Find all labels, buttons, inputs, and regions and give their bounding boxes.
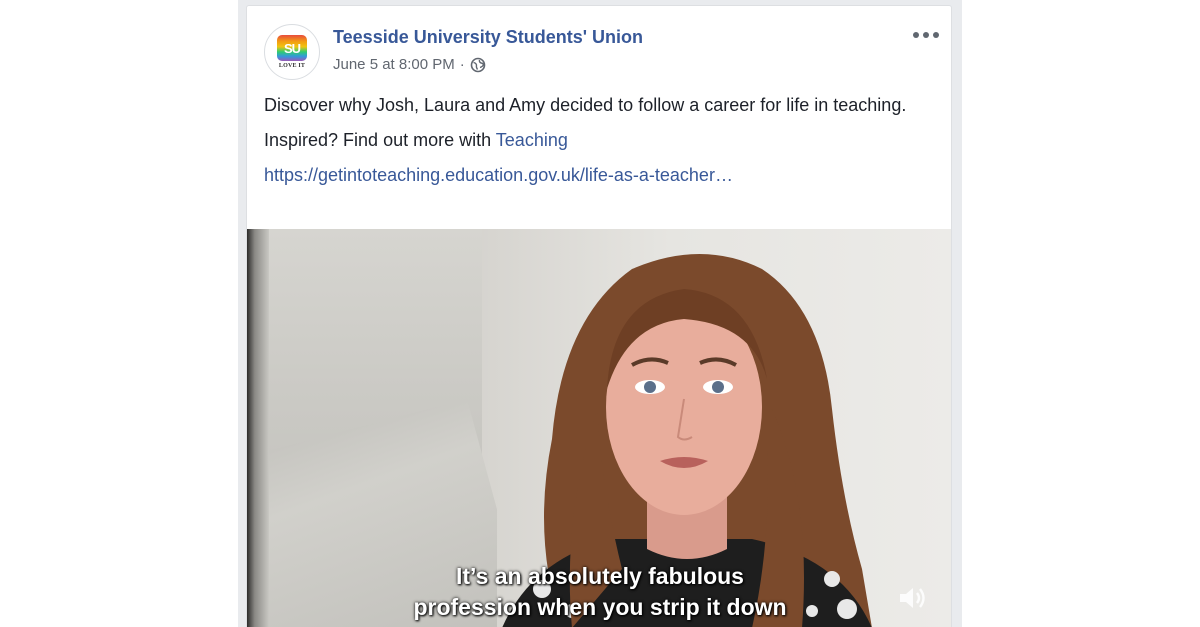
- facebook-post: SU LOVE IT Teesside University Students'…: [246, 5, 952, 627]
- external-url-link[interactable]: https://getintoteaching.education.gov.uk…: [264, 165, 733, 185]
- video-player[interactable]: It’s an absolutely fabulous profession w…: [247, 229, 951, 627]
- page-name-link[interactable]: Teesside University Students' Union: [333, 27, 643, 48]
- subtitle-line-1: It’s an absolutely fabulous: [456, 563, 744, 589]
- teaching-page-link[interactable]: Teaching: [496, 130, 568, 150]
- subtitle-line-2: profession when you strip it down: [413, 594, 787, 620]
- post-message: Discover why Josh, Laura and Amy decided…: [264, 92, 924, 197]
- post-text-line-1: Discover why Josh, Laura and Amy decided…: [264, 95, 907, 115]
- volume-icon[interactable]: [897, 584, 929, 612]
- su-logo-mark: SU: [277, 35, 307, 61]
- page-avatar[interactable]: SU LOVE IT: [264, 24, 320, 80]
- su-logo-text: LOVE IT: [278, 63, 306, 69]
- post-timestamp[interactable]: June 5 at 8:00 PM: [333, 56, 455, 73]
- post-text-prefix: Inspired? Find out more with: [264, 130, 496, 150]
- ellipsis-icon[interactable]: [913, 28, 939, 42]
- video-subtitles: It’s an absolutely fabulous profession w…: [247, 561, 951, 623]
- post-text-line-2: Inspired? Find out more with Teaching: [264, 127, 924, 154]
- meta-separator: ·: [459, 56, 465, 73]
- globe-icon[interactable]: [470, 57, 486, 73]
- post-meta: June 5 at 8:00 PM ·: [333, 56, 486, 73]
